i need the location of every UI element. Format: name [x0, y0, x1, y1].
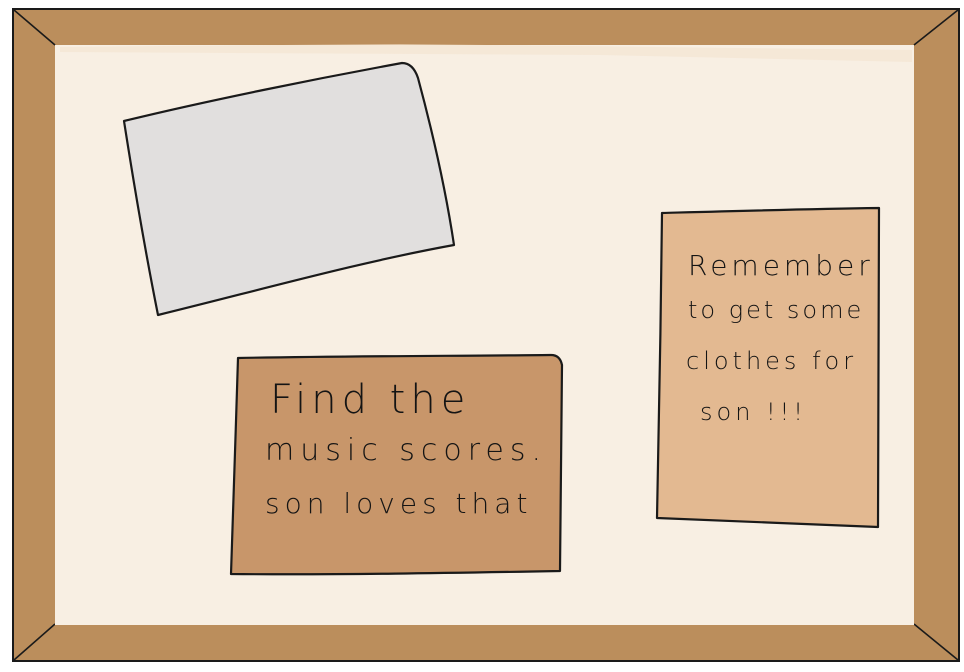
clothes-note-line-2: to get some — [688, 296, 865, 324]
bulletin-board-scene: Find the music scores. son loves that Re… — [0, 0, 964, 668]
clothes-note-line-3: clothes for — [686, 347, 858, 375]
bulletin-board — [12, 8, 960, 662]
music-note-line-3: son loves that — [265, 487, 533, 520]
clothes-note-line-4: son !!! — [700, 398, 807, 426]
music-note-line-1: Find the — [270, 377, 471, 423]
music-note-line-2: music scores. — [265, 433, 548, 468]
clothes-note-line-1: Remember — [688, 249, 874, 282]
